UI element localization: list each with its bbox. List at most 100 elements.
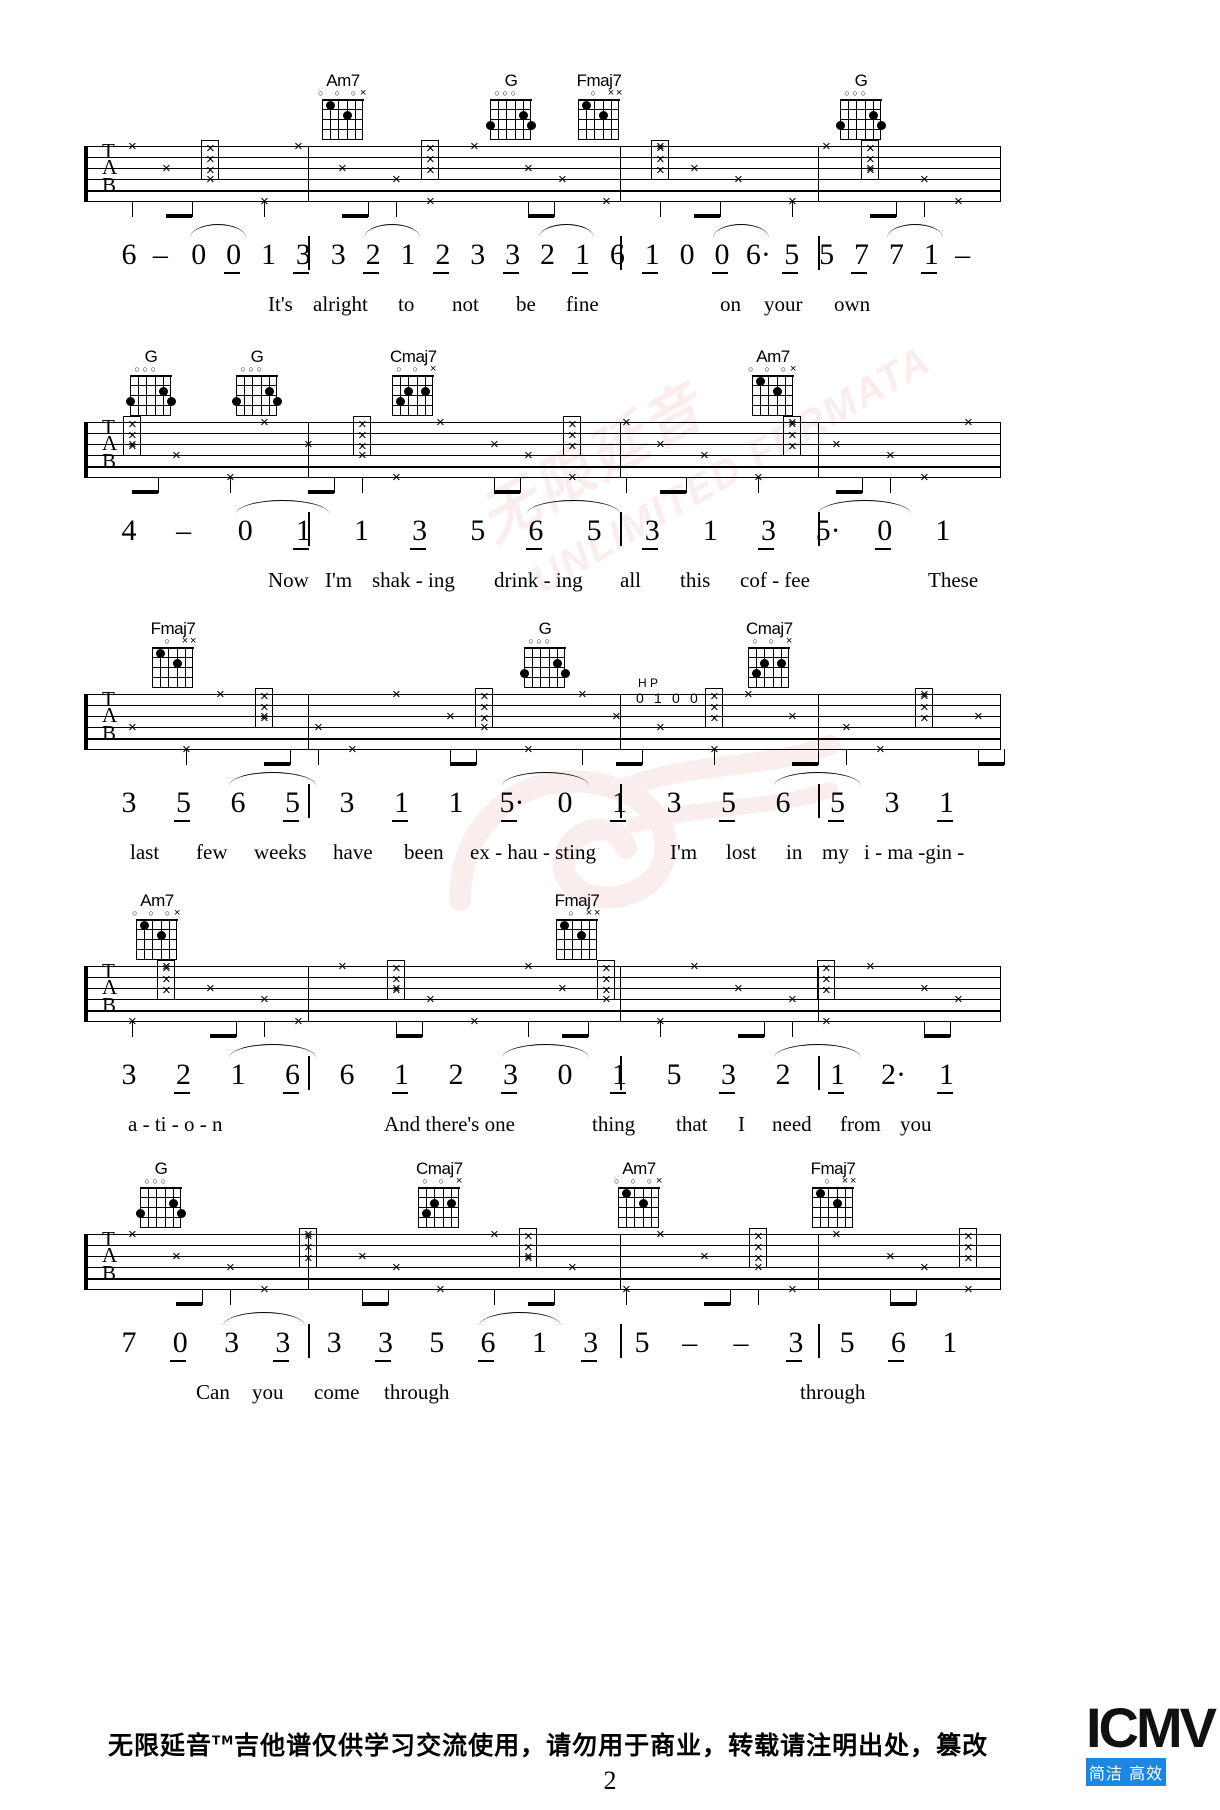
note-stem (758, 1289, 759, 1305)
mute-stroke-marker: × (974, 708, 983, 725)
lyric-word: i - ma -gin - (864, 840, 965, 864)
measure-barline (620, 422, 621, 478)
lyric-word: I'm (325, 568, 353, 592)
jianpu-note: 0 (714, 238, 730, 271)
staff-line (88, 1256, 1000, 1257)
mute-stroke-marker: × (832, 1226, 841, 1243)
staff-line (88, 705, 1000, 706)
mute-stroke-marker: × (612, 708, 621, 725)
mute-stroke-marker: × (690, 958, 699, 975)
lyric-word: And there's one (384, 1112, 515, 1136)
jianpu-note: 6 (528, 514, 544, 547)
numbered-notation-row: 321661230153212·1 (0, 1044, 1220, 1112)
lyric-word: thing (592, 1112, 636, 1136)
eighth-note-underbar (936, 1092, 953, 1094)
numbered-notation-row: 7 0 3 3 3 3 5 6 1 3 5– –3 5 6 1 (0, 1312, 1220, 1380)
finger-position-dot (136, 1209, 145, 1218)
mute-stroke-marker: × (964, 1250, 973, 1267)
lyric-word: weeks (254, 840, 307, 864)
jianpu-note: 7 (853, 238, 869, 271)
lyric-word: few (196, 840, 228, 864)
eighth-note-underbar (502, 272, 519, 274)
fret-number: 0 (636, 690, 644, 706)
note-stem (158, 477, 159, 493)
note-stem (132, 1021, 133, 1037)
note-stem (846, 749, 847, 765)
mute-stroke-marker: × (470, 138, 479, 155)
mute-stroke-marker: × (260, 710, 269, 727)
jianpu-note: 5 (429, 1326, 445, 1359)
chord-diagram-fmaj7: Fmaj7 × × ○ (555, 892, 600, 961)
jianpu-note: 1 (702, 514, 718, 547)
chord-diagram-fmaj7: Fmaj7 × × ○ (577, 72, 622, 141)
note-stem (1004, 749, 1005, 765)
eighth-note-underbar (223, 272, 240, 274)
chord-diagram-g: G ○ ○ ○ (232, 348, 282, 417)
note-beam (528, 214, 554, 218)
fretboard-grid: ○ ○ ○ (136, 1177, 186, 1229)
eighth-note-underbar (293, 548, 310, 550)
jianpu-note: 1 (354, 514, 370, 547)
mute-stroke-marker: × (524, 958, 533, 975)
jianpu-note: 1 (942, 1326, 958, 1359)
mute-stroke-marker: × (788, 708, 797, 725)
eighth-note-underbar (851, 272, 868, 274)
jianpu-note: 3 (121, 1058, 137, 1091)
eighth-note-underbar (921, 272, 938, 274)
note-stem (924, 201, 925, 217)
note-duration-dash: – (955, 238, 971, 271)
note-beam (924, 1034, 950, 1038)
jianpu-note: 3 (505, 238, 521, 271)
mute-stroke-marker: × (710, 710, 719, 727)
lyrics-row: It's alright to not be fine on your own (0, 292, 1220, 322)
eighth-note-underbar (758, 548, 775, 550)
lyric-word: in (786, 840, 803, 864)
mute-stroke-marker: × (920, 469, 929, 486)
open-string-marker: ○ (256, 364, 263, 374)
lyric-word: cof - fee (740, 568, 810, 592)
lyric-word: alright (313, 292, 368, 316)
jianpu-note: 1 (295, 514, 311, 547)
lyric-word: These (928, 568, 979, 592)
note-stem (730, 1289, 731, 1305)
finger-position-dot (527, 121, 536, 130)
tab-letter-b: B (102, 721, 117, 745)
chord-diagram-g: G ○ ○ ○ (520, 620, 570, 689)
mute-stroke-marker: × (426, 991, 435, 1008)
note-beam (694, 214, 720, 218)
open-string-marker: ○ (860, 88, 867, 98)
eighth-note-underbar (572, 272, 589, 274)
chord-diagram-g: G ○ ○ ○ (836, 72, 886, 141)
finger-position-dot (486, 121, 495, 130)
note-duration-dash: – (682, 1326, 698, 1359)
lyrics-row: Now I'm shak - ing drink - ing all this cof - … (0, 568, 1220, 598)
page-number: 2 (603, 1766, 617, 1795)
finger-position-dot (836, 121, 845, 130)
jianpu-note: 0 (191, 238, 207, 271)
finger-position-dot (868, 111, 878, 120)
note-stem (758, 477, 759, 493)
eighth-note-underbar (781, 272, 798, 274)
open-string-marker: ○ (494, 88, 500, 98)
measure-barline (1000, 146, 1001, 202)
mute-stroke-marker: × (426, 193, 435, 210)
chord-name: G (144, 347, 158, 366)
chord-diagram-row: Fmaj7 × × ○ G ○ ○ ○ Cmaj7 × ○ ○ (0, 620, 1220, 692)
jianpu-note: 1 (261, 238, 277, 271)
mute-stroke-marker: × (162, 982, 171, 999)
note-stem (388, 1289, 389, 1305)
note-stem (230, 477, 231, 493)
chord-diagram-row: Am7 × ○ ○ ○ Fmaj7 × × ○ (0, 892, 1220, 964)
tab-staff: TAB×××××××××××××××××××××××××××××××× (0, 1227, 1220, 1320)
note-stem (626, 1289, 627, 1305)
mute-stroke-marker: × (524, 447, 533, 464)
note-stem (368, 201, 369, 217)
finger-position-dot (232, 397, 241, 406)
measure-divider (308, 1324, 310, 1358)
jianpu-note: 0 (679, 238, 695, 271)
open-string-marker: ○ (748, 364, 754, 374)
finger-position-dot (167, 397, 176, 406)
note-stem (318, 749, 319, 765)
note-stem (192, 201, 193, 217)
note-beam (264, 762, 290, 766)
